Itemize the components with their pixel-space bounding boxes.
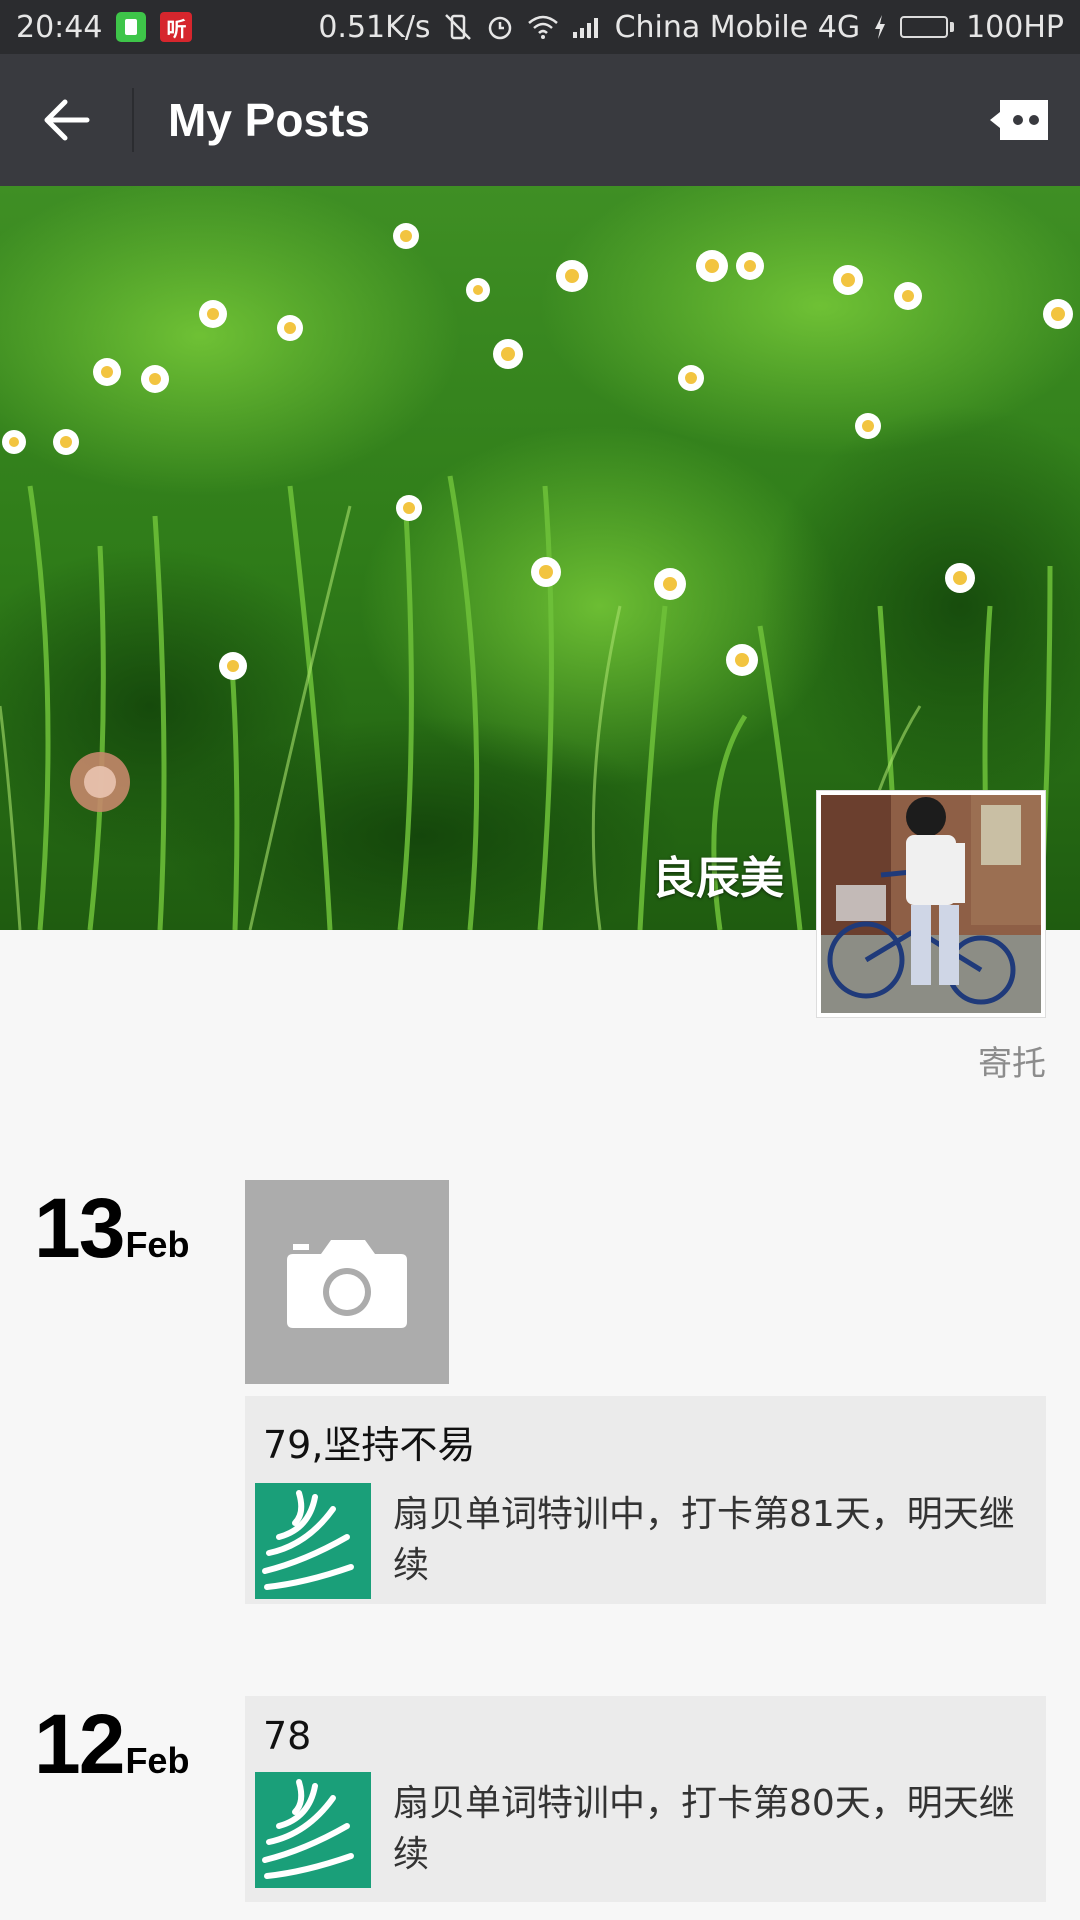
page-title: My Posts — [168, 94, 370, 146]
link-title: 扇贝单词特训中，打卡第80天，明天继续 — [393, 1783, 1015, 1875]
post-month: Feb — [125, 1740, 190, 1781]
signal-icon — [571, 14, 603, 40]
more-dots-icon — [990, 100, 1048, 140]
title-bar: My Posts — [0, 54, 1080, 186]
post-day: 13 — [34, 1181, 125, 1275]
battery-icon — [900, 16, 955, 38]
post-text: 79,坚持不易 — [263, 1423, 476, 1467]
add-photo-button[interactable] — [245, 1180, 449, 1384]
post-date: 12 Feb — [34, 1696, 189, 1793]
post-date: 13 Feb — [34, 1180, 189, 1277]
alarm-icon — [485, 12, 515, 42]
notification-app-icon — [116, 12, 147, 42]
profile-nickname[interactable]: 良辰美 — [652, 842, 784, 906]
camera-icon — [287, 1240, 407, 1328]
status-time: 20:44 — [16, 9, 103, 45]
post-day: 12 — [34, 1697, 125, 1791]
shanbay-logo-icon — [255, 1483, 371, 1599]
post-text: 78 — [263, 1714, 312, 1758]
post-share-card[interactable]: 78 扇贝单词特训中，打卡第80天，明天继续 — [245, 1696, 1046, 1902]
more-button[interactable] — [990, 98, 1050, 142]
carrier-label: China Mobile 4G — [614, 9, 861, 45]
status-bar: 20:44 听 0.51K/s China Mobile 4G 100HP — [0, 0, 1080, 54]
charging-icon — [872, 13, 888, 41]
title-divider — [132, 88, 134, 152]
post-month: Feb — [125, 1224, 190, 1265]
shared-link[interactable]: 扇贝单词特训中，打卡第80天，明天继续 — [255, 1772, 1046, 1888]
post-share-card[interactable]: 79,坚持不易 扇贝单词特训中，打卡第81天，明天继续 — [245, 1396, 1046, 1604]
shanbay-logo-icon — [255, 1772, 371, 1888]
wifi-icon — [527, 14, 559, 40]
link-title: 扇贝单词特训中，打卡第81天，明天继续 — [393, 1494, 1015, 1586]
notification-listen-icon: 听 — [160, 12, 193, 42]
vibrate-off-icon — [443, 12, 473, 42]
back-button[interactable] — [0, 54, 132, 186]
arrow-left-icon — [44, 99, 90, 141]
battery-label: 100HP — [966, 9, 1064, 45]
profile-signature: 寄托 — [978, 1044, 1046, 1084]
avatar[interactable] — [816, 790, 1046, 1018]
shared-link[interactable]: 扇贝单词特训中，打卡第81天，明天继续 — [255, 1483, 1046, 1599]
network-speed: 0.51K/s — [318, 9, 431, 45]
